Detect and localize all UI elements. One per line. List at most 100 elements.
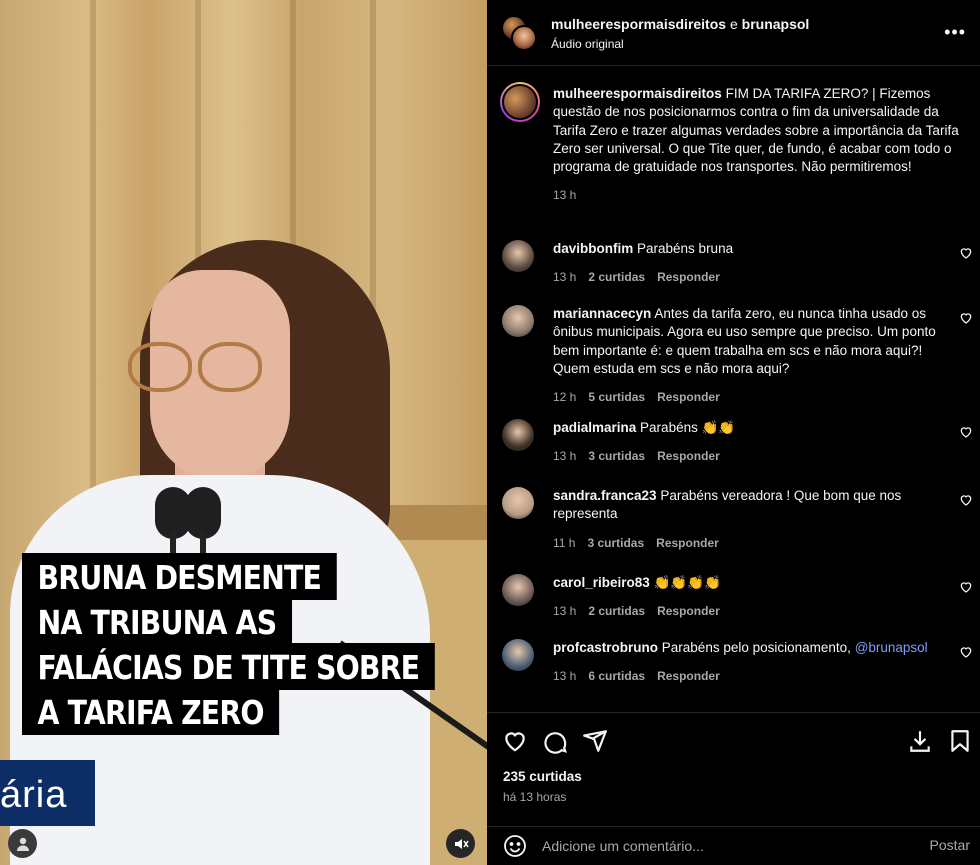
post-header: mulheerespormaisdireitos e brunapsol Áud… (487, 0, 980, 66)
comment-body: profcastrobruno Parabéns pelo posicionam… (553, 639, 940, 657)
comment-text: Parabéns pelo posicionamento, (661, 640, 851, 655)
comment-avatar[interactable] (502, 305, 534, 337)
comment-body: davibbonfim Parabéns bruna (553, 240, 940, 258)
header-usernames: mulheerespormaisdireitos e brunapsol (551, 16, 809, 32)
post-comment-button[interactable]: Postar (930, 837, 970, 853)
comment-heart-icon[interactable] (959, 580, 973, 594)
comment-body: mariannacecyn Antes da tarifa zero, eu n… (553, 305, 940, 378)
comment-time: 12 h (553, 390, 577, 405)
comment-item: carol_ribeiro83 👏👏👏👏 13 h 2 curtidas Respon… (487, 574, 980, 618)
comment-time: 13 h (553, 449, 577, 464)
comment-likes[interactable]: 3 curtidas (588, 449, 645, 463)
comment-heart-icon[interactable] (959, 311, 973, 325)
comments-scroll-area[interactable]: mulheerespormaisdireitos FIM DA TARIFA Z… (487, 67, 980, 709)
comment-item: davibbonfim Parabéns bruna 13 h 2 curtidas… (487, 240, 980, 284)
send-icon[interactable] (582, 728, 608, 754)
comment-username[interactable]: profcastrobruno (553, 640, 658, 655)
reply-button[interactable]: Responder (657, 449, 720, 463)
post-age: há 13 horas (503, 790, 567, 804)
comment-time: 13 h (553, 669, 577, 684)
author-link[interactable]: mulheerespormaisdireitos (551, 16, 726, 32)
comment-heart-icon[interactable] (959, 493, 973, 507)
comment-likes[interactable]: 2 curtidas (588, 604, 645, 618)
collab-avatars[interactable] (501, 15, 537, 51)
comment-text: 👏👏👏👏 (653, 575, 721, 590)
comment-icon[interactable] (542, 728, 568, 754)
video-caption: BRUNA DESMENTE NA TRIBUNA AS FALÁCIAS DE… (22, 553, 487, 735)
emoji-icon[interactable] (503, 834, 527, 858)
comment-meta: 13 h 2 curtidas Responder (553, 604, 940, 618)
comment-meta: 12 h 5 curtidas Responder (553, 390, 940, 404)
comment-username[interactable]: sandra.franca23 (553, 488, 657, 503)
comment-avatar[interactable] (502, 487, 534, 519)
caption-username[interactable]: mulheerespormaisdireitos (553, 86, 722, 101)
caption-body: mulheerespormaisdireitos FIM DA TARIFA Z… (553, 85, 960, 176)
likes-count[interactable]: 235 curtidas (503, 769, 582, 784)
glasses-right-lens (198, 342, 262, 392)
caption-line: NA TRIBUNA AS (22, 598, 292, 645)
comment-body: padialmarina Parabéns 👏👏 (553, 419, 940, 437)
comment-time: 11 h (553, 535, 576, 550)
original-audio-link[interactable]: Áudio original (551, 37, 624, 51)
reply-button[interactable]: Responder (657, 669, 720, 683)
user-icon[interactable] (8, 829, 37, 858)
comment-item: sandra.franca23 Parabéns vereadora ! Que… (487, 487, 980, 550)
chamber-logo-text: ária (0, 774, 68, 816)
comment-heart-icon[interactable] (959, 246, 973, 260)
comment-avatar[interactable] (502, 574, 534, 606)
comment-meta: 13 h 6 curtidas Responder (553, 669, 940, 683)
comment-heart-icon[interactable] (959, 645, 973, 659)
reply-button[interactable]: Responder (657, 270, 720, 284)
comment-body: sandra.franca23 Parabéns vereadora ! Que… (553, 487, 940, 524)
comment-username[interactable]: carol_ribeiro83 (553, 575, 650, 590)
post-footer: 235 curtidas há 13 horas Postar (487, 712, 980, 865)
comment-time: 13 h (553, 604, 577, 619)
comment-avatar[interactable] (502, 639, 534, 671)
comment-avatar[interactable] (502, 240, 534, 272)
comment-username[interactable]: davibbonfim (553, 241, 633, 256)
comment-body: carol_ribeiro83 👏👏👏👏 (553, 574, 940, 592)
glasses-left-lens (128, 342, 192, 392)
comment-text: Parabéns bruna (637, 241, 734, 256)
caption-meta: 13 h (553, 188, 960, 202)
caption-time: 13 h (553, 188, 577, 203)
comment-input[interactable] (542, 835, 912, 857)
reply-button[interactable]: Responder (657, 604, 720, 618)
post-caption: mulheerespormaisdireitos FIM DA TARIFA Z… (487, 67, 980, 237)
comment-username[interactable]: padialmarina (553, 420, 636, 435)
heart-icon[interactable] (502, 728, 528, 754)
reply-button[interactable]: Responder (657, 390, 720, 404)
comment-heart-icon[interactable] (959, 425, 973, 439)
post-side-panel: mulheerespormaisdireitos e brunapsol Áud… (487, 0, 980, 865)
video-player[interactable]: BRUNA DESMENTE NA TRIBUNA AS FALÁCIAS DE… (0, 0, 487, 865)
bookmark-icon[interactable] (947, 728, 973, 754)
caption-avatar[interactable] (500, 82, 540, 122)
collaborator-avatar[interactable] (511, 25, 537, 51)
comment-likes[interactable]: 6 curtidas (588, 669, 645, 683)
comment-item: mariannacecyn Antes da tarifa zero, eu n… (487, 305, 980, 404)
comment-likes[interactable]: 2 curtidas (588, 270, 645, 284)
comment-time: 13 h (553, 270, 577, 285)
comment-meta: 13 h 3 curtidas Responder (553, 449, 940, 463)
comment-likes[interactable]: 3 curtidas (587, 536, 644, 550)
collaborator-link[interactable]: brunapsol (742, 16, 810, 32)
comment-meta: 11 h 3 curtidas Responder (553, 536, 940, 550)
chamber-logo: ária (0, 760, 95, 826)
header-joiner: e (729, 16, 738, 32)
caption-line: FALÁCIAS DE TITE SOBRE (22, 643, 435, 690)
caption-line: A TARIFA ZERO (22, 688, 280, 735)
reply-button[interactable]: Responder (656, 536, 719, 550)
caption-line: BRUNA DESMENTE (22, 553, 337, 600)
comment-meta: 13 h 2 curtidas Responder (553, 270, 940, 284)
comment-mention[interactable]: @brunapsol (855, 640, 928, 655)
comment-likes[interactable]: 5 curtidas (588, 390, 645, 404)
volume-muted-icon[interactable] (446, 829, 475, 858)
comment-text: Parabéns 👏👏 (640, 420, 736, 435)
comment-item: profcastrobruno Parabéns pelo posicionam… (487, 639, 980, 683)
more-horizontal-icon[interactable]: ••• (944, 22, 966, 43)
download-icon[interactable] (907, 728, 933, 754)
comment-avatar[interactable] (502, 419, 534, 451)
comment-username[interactable]: mariannacecyn (553, 306, 651, 321)
comment-composer: Postar (487, 826, 980, 865)
comment-item: padialmarina Parabéns 👏👏 13 h 3 curtidas Re… (487, 419, 980, 463)
